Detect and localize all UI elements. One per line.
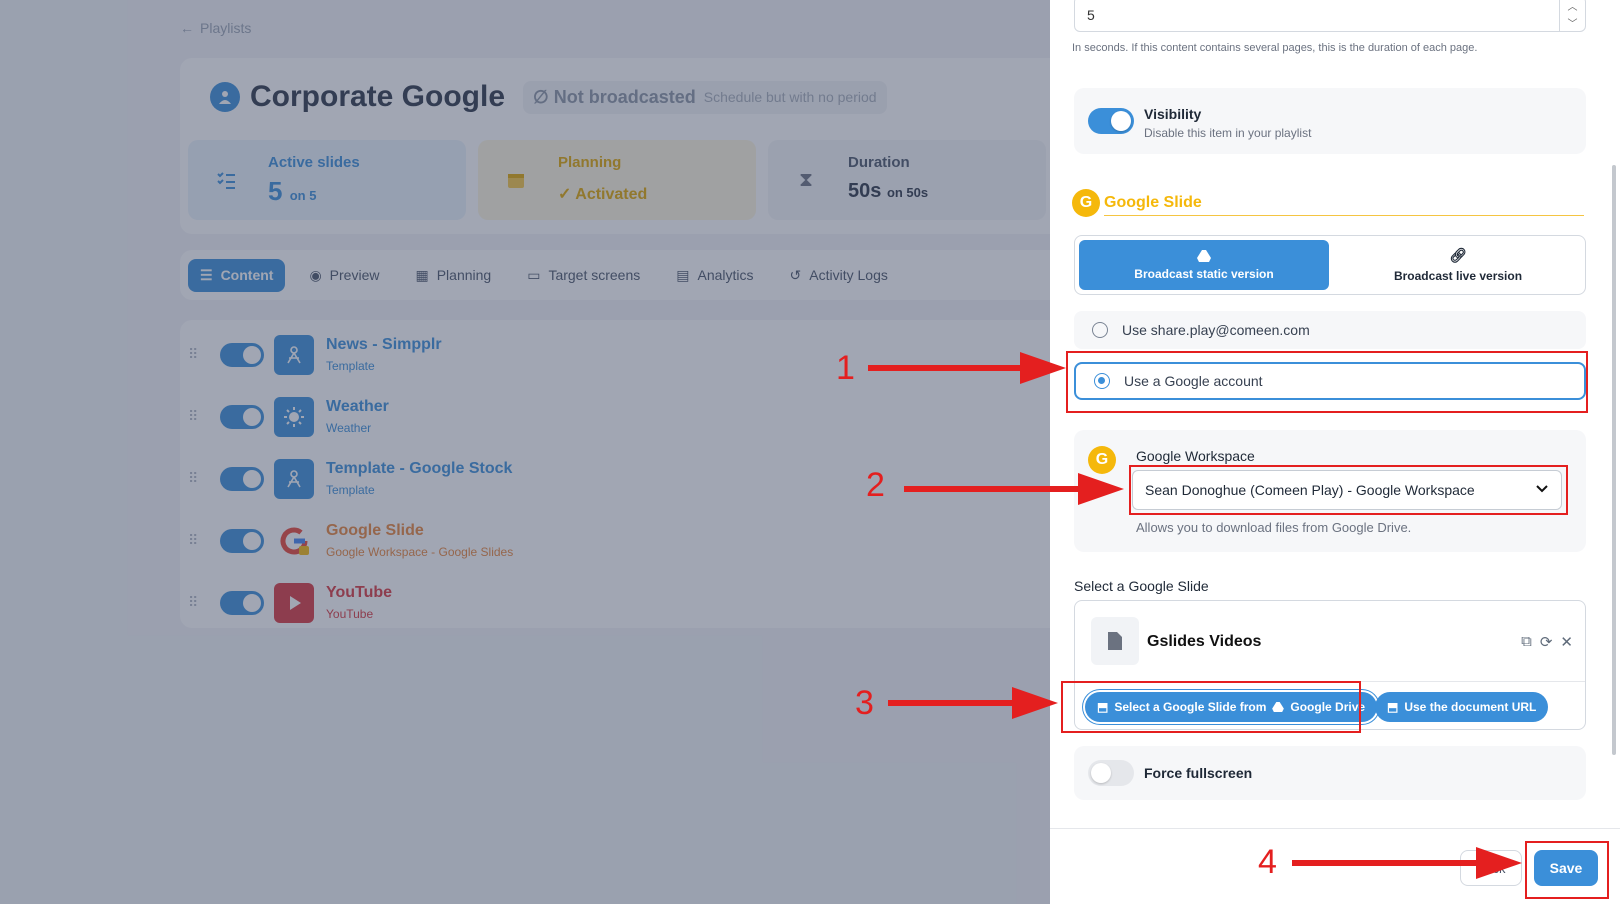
footer-divider [1050, 828, 1620, 829]
modal-backdrop[interactable] [0, 0, 1050, 904]
use-url-button[interactable]: ⬒ Use the document URL [1375, 692, 1549, 722]
duration-stepper[interactable]: ︿ ﹀ [1559, 0, 1585, 31]
presentation-icon: ⬒ [1387, 700, 1399, 714]
radio-label: Use share.play@comeen.com [1122, 322, 1310, 338]
refresh-icon[interactable]: ⟳ [1540, 633, 1553, 651]
annotation-box-1 [1066, 351, 1588, 413]
edit-item-drawer: 5 ︿ ﹀ In seconds. If this content contai… [1050, 0, 1620, 904]
radio-shared[interactable] [1092, 322, 1108, 338]
close-icon[interactable]: ✕ [1560, 633, 1573, 651]
visibility-label: Visibility [1144, 106, 1202, 122]
chevron-down-icon[interactable]: ﹀ [1568, 15, 1578, 30]
file-icon [1091, 617, 1139, 665]
annotation-box-4 [1525, 841, 1609, 899]
workspace-hint: Allows you to download files from Google… [1136, 520, 1412, 535]
annotation-arrow-4 [1292, 847, 1522, 879]
google-drive-icon [1197, 249, 1211, 262]
annotation-box-3 [1061, 681, 1361, 733]
section-title: Google Slide [1104, 194, 1202, 211]
broadcast-live-button[interactable]: 🔗︎ Broadcast live version [1333, 240, 1583, 290]
visibility-box: Visibility Disable this item in your pla… [1074, 88, 1586, 154]
section-divider [1104, 215, 1584, 216]
annotation-box-2 [1129, 465, 1568, 515]
annotation-arrow-2 [904, 473, 1124, 505]
annotation-arrow-1 [868, 352, 1066, 384]
scrollbar[interactable] [1612, 165, 1616, 755]
visibility-hint: Disable this item in your playlist [1144, 126, 1312, 140]
broadcast-mode-switch: Broadcast static version 🔗︎ Broadcast li… [1074, 235, 1586, 295]
broadcast-static-button[interactable]: Broadcast static version [1079, 240, 1329, 290]
force-fullscreen-label: Force fullscreen [1144, 765, 1253, 781]
visibility-toggle[interactable] [1088, 108, 1134, 134]
select-slide-label: Select a Google Slide [1074, 578, 1209, 594]
duration-input[interactable]: 5 ︿ ﹀ [1074, 0, 1586, 32]
step-number: 4 [1258, 843, 1277, 881]
file-name: Gslides Videos [1147, 633, 1262, 650]
account-option-shared[interactable]: Use share.play@comeen.com [1074, 311, 1586, 349]
chevron-up-icon[interactable]: ︿ [1568, 0, 1578, 13]
google-badge-icon: G [1072, 189, 1100, 217]
step-number: 1 [836, 349, 855, 387]
fullscreen-box: Force fullscreen [1074, 746, 1586, 800]
duration-hint: In seconds. If this content contains sev… [1072, 42, 1478, 54]
step-number: 2 [866, 466, 885, 504]
workspace-label: Google Workspace [1136, 448, 1255, 464]
external-link-icon[interactable]: ⧉ [1521, 633, 1532, 651]
force-fullscreen-toggle[interactable] [1088, 760, 1134, 786]
annotation-arrow-3 [888, 687, 1058, 719]
step-number: 3 [855, 684, 874, 722]
link-icon: 🔗︎ [1449, 247, 1467, 263]
